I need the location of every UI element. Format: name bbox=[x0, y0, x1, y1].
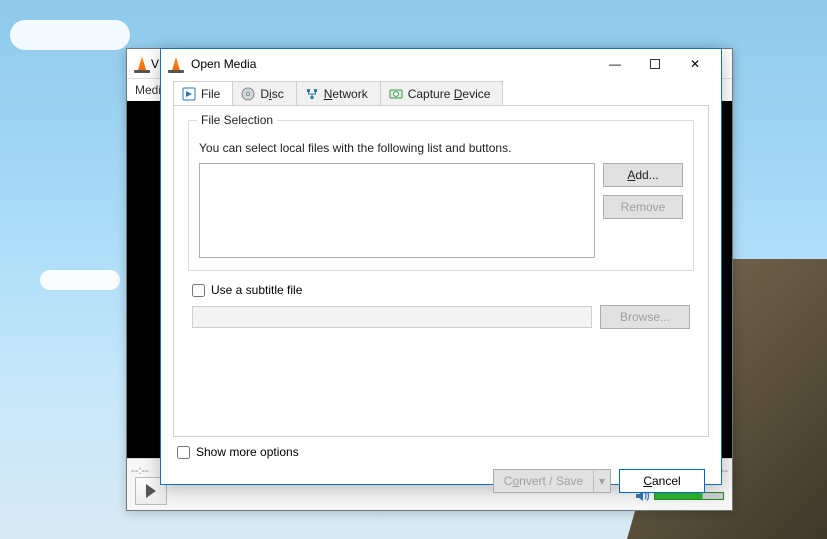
close-icon: ✕ bbox=[690, 57, 700, 71]
show-more-label: Show more options bbox=[196, 445, 299, 459]
tab-panel-file: File Selection You can select local file… bbox=[173, 105, 709, 437]
disc-icon bbox=[241, 87, 255, 101]
show-more-row: Show more options bbox=[177, 445, 705, 459]
file-list[interactable] bbox=[199, 163, 595, 258]
fieldset-legend: File Selection bbox=[197, 113, 277, 127]
time-elapsed: --:-- bbox=[131, 465, 149, 477]
vlc-cone-icon bbox=[167, 55, 185, 73]
convert-save-dropdown[interactable]: ▾ bbox=[593, 469, 611, 493]
vlc-cone-icon bbox=[133, 55, 151, 73]
tab-network[interactable]: Network bbox=[296, 81, 381, 106]
cancel-button[interactable]: Cancel bbox=[619, 469, 705, 493]
show-more-options-checkbox[interactable] bbox=[177, 446, 190, 459]
tab-disc[interactable]: Disc bbox=[232, 81, 296, 106]
dialog-button-row: Convert / Save ▾ Cancel bbox=[161, 465, 721, 505]
open-media-dialog: Open Media — ✕ File Disc Network Capture… bbox=[160, 48, 722, 485]
convert-save-button[interactable]: Convert / Save bbox=[493, 469, 593, 493]
file-icon bbox=[182, 87, 196, 101]
tab-file[interactable]: File bbox=[173, 81, 233, 106]
tab-capture-device[interactable]: Capture Device bbox=[380, 81, 504, 106]
tab-capture-label: Capture Device bbox=[408, 87, 491, 101]
maximize-icon bbox=[650, 59, 660, 69]
maximize-button[interactable] bbox=[635, 50, 675, 78]
subtitle-checkbox-row: Use a subtitle file bbox=[192, 283, 690, 297]
convert-save-splitbutton[interactable]: Convert / Save ▾ bbox=[493, 469, 611, 493]
remove-button[interactable]: Remove bbox=[603, 195, 683, 219]
play-icon bbox=[146, 484, 156, 498]
tab-disc-label: Disc bbox=[260, 87, 283, 101]
help-text: You can select local files with the foll… bbox=[199, 141, 683, 155]
minimize-button[interactable]: — bbox=[595, 50, 635, 78]
use-subtitle-label: Use a subtitle file bbox=[211, 283, 302, 297]
dialog-titlebar[interactable]: Open Media — ✕ bbox=[161, 49, 721, 79]
subtitle-path-row: Browse... bbox=[192, 305, 690, 329]
file-selection-fieldset: File Selection You can select local file… bbox=[188, 120, 694, 271]
minimize-icon: — bbox=[609, 57, 621, 71]
tab-file-label: File bbox=[201, 87, 220, 101]
vlc-title-partial: V bbox=[151, 57, 159, 71]
tabstrip: File Disc Network Capture Device bbox=[173, 79, 709, 106]
menu-item-partial[interactable]: Medi bbox=[135, 83, 161, 97]
subtitle-path-input bbox=[192, 306, 592, 328]
add-button[interactable]: Add... bbox=[603, 163, 683, 187]
dialog-title: Open Media bbox=[191, 57, 256, 71]
tab-network-label: Network bbox=[324, 87, 368, 101]
network-icon bbox=[305, 87, 319, 101]
close-button[interactable]: ✕ bbox=[675, 50, 715, 78]
use-subtitle-checkbox[interactable] bbox=[192, 284, 205, 297]
capture-icon bbox=[389, 87, 403, 101]
cloud bbox=[40, 270, 120, 290]
browse-button: Browse... bbox=[600, 305, 690, 329]
cloud bbox=[10, 20, 130, 50]
